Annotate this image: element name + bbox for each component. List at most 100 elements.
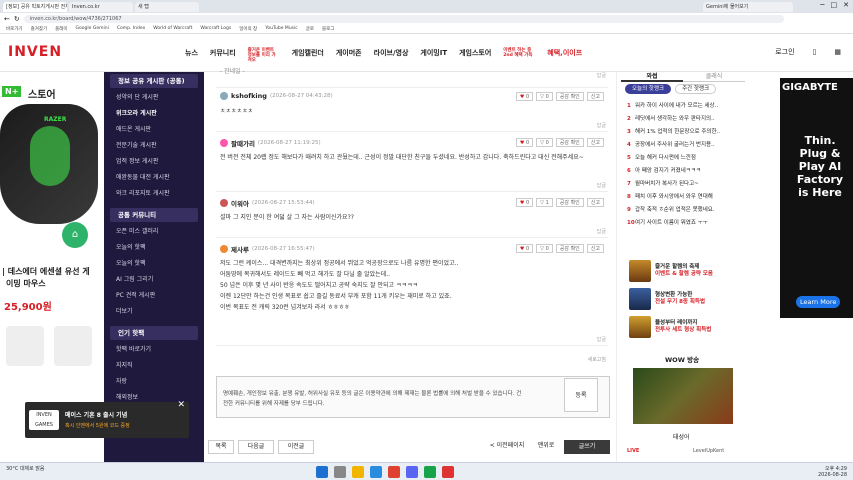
reply-link[interactable]: 답글 [597,122,606,129]
headset-thumb[interactable] [6,326,44,366]
minimize-icon[interactable]: ─ [820,1,824,9]
top-link[interactable]: 맨위로 [532,440,560,454]
app-icon[interactable] [442,466,454,478]
comment-author[interactable]: 제사루 [231,244,249,254]
rank-item[interactable]: 9 갑작 축적 ㅎ순위 업적은 못했네요. [627,204,747,217]
streamer-name[interactable]: 태성어 [673,432,690,441]
like-check-button[interactable]: 공감 확인 [555,92,584,101]
maximize-icon[interactable]: □ [831,1,838,9]
weather-widget[interactable]: 30°C 대체로 맑음 [6,466,45,472]
start-icon[interactable] [316,466,328,478]
chrome-icon[interactable] [388,466,400,478]
rank-item[interactable]: 8 패치 이후 와시앙에서 와우 연대해 [627,191,747,204]
rank-item[interactable]: 5 오늘 해커 다시펀에 느낀점 [627,152,747,165]
discord-icon[interactable] [406,466,418,478]
sidebar-item[interactable]: AI 그림 그리기 [104,272,204,288]
edge-icon[interactable] [370,466,382,478]
nav-live[interactable]: 라이브/영상 [374,48,409,63]
refresh-link[interactable]: 새로고침 [588,356,606,363]
bookmark[interactable]: 블로그 [322,26,334,32]
rank-item[interactable]: 1 워카 하이 사이에 내가 모르는 세상.. [627,100,747,113]
nav-community[interactable]: 커뮤니티 [210,48,236,63]
nav-news[interactable]: 뉴스 [185,48,198,63]
stream-thumbnail[interactable] [633,368,733,424]
nav-calendar[interactable]: 게임캘린더 [292,48,324,63]
bookmark[interactable]: YouTube Music [265,26,298,31]
comment-author[interactable]: 이워아 [231,198,249,208]
tab-wassup[interactable]: 와썹 [621,72,683,82]
comment-author[interactable]: kshofking [231,92,267,100]
inven-logo[interactable]: INVEN [8,44,62,60]
sidebar-item-more[interactable]: 더보기 [104,304,204,320]
sidebar-item[interactable]: 오늘의 핫팩 [104,256,204,272]
bookmark[interactable]: Warcraft Logs [200,26,231,31]
explorer-icon[interactable] [352,466,364,478]
upvote-button[interactable]: ♥ 0 [515,138,534,147]
bookmark[interactable]: 글로 [306,26,314,32]
upvote-button[interactable]: ♥ 0 [515,92,534,101]
downvote-button[interactable]: ▽ 0 [536,138,553,147]
nav-store[interactable]: 게임스토어 [459,48,491,63]
sidebar-item[interactable]: 오픈 미스 갤러리 [104,224,204,240]
upvote-button[interactable]: ♥ 0 [515,198,534,207]
mobile-icon[interactable]: ▯ [813,48,817,56]
write-button[interactable]: 글쓰기 [564,440,610,454]
reply-link[interactable]: 답글 [597,72,606,79]
sidebar-item-active[interactable]: 위크오라 게시판 [104,106,204,122]
comment-author[interactable]: 팔때가리 [231,138,255,148]
browser-tab[interactable]: [정보] 공유 빅토지게시판 전체 [3,1,67,12]
prev-page-link[interactable]: < 이전페이지 [486,440,528,454]
sidebar-item[interactable]: 업적 정보 게시판 [104,154,204,170]
close-icon[interactable]: ✕ [843,1,849,9]
grid-menu-icon[interactable]: ▦ [834,48,841,56]
downvote-button[interactable]: ▽ 0 [536,92,553,101]
search-icon[interactable] [334,466,346,478]
sidebar-item[interactable]: 성약의 단 게시판 [104,90,204,106]
bookmark[interactable]: 바로가기 [6,26,23,32]
event-banner[interactable]: 즐거운 할렘의 축제 이벤트 & 할렘 공략 모음 [629,260,747,282]
submit-button[interactable]: 등록 [564,378,598,412]
cart-icon[interactable]: ⌂ [62,222,88,248]
login-link[interactable]: 로그인 [775,47,794,57]
browser-tab[interactable]: Gemini에 물어보기 [703,1,793,12]
sidebar-item[interactable]: 자랑 [104,374,204,390]
next-post-button[interactable]: 다음글 [238,440,274,454]
sidebar-section-info[interactable]: 정보 공유 게시판 (공통) [110,74,198,88]
browser-tab[interactable]: 새 탭 [135,1,199,12]
sidebar-item[interactable]: 오늘의 핫팩 [104,240,204,256]
like-check-button[interactable]: 공감 확인 [555,198,584,207]
sidebar-section-community[interactable]: 공통 커뮤니티 [110,208,198,222]
report-button[interactable]: 신고 [586,198,604,207]
sidebar-section-hot[interactable]: 인기 핫팩 [110,326,198,340]
store-promo[interactable]: 이벤트 하는 중 2nd 혜택 가득 [503,48,535,63]
game-toast[interactable]: INVEN GAMES 메이스 기혼 8 출시 기념 혹시 인벤에서 5원에 코… [25,400,189,438]
reload-icon[interactable]: ↻ [14,15,20,23]
event-banner[interactable]: 블성부터 레이까지 전투사 세트 형상 획득법 [629,316,747,338]
nav-gaming-it[interactable]: 게이밍IT [420,48,447,63]
rank-item[interactable]: 2 레딧에서 생각하는 와우 판타지의.. [627,113,747,126]
right-ad[interactable]: GIGABYTE Thin. Plug & Play AI Factory is… [780,78,853,318]
downvote-button[interactable]: ▽ 1 [536,198,553,207]
sidebar-item[interactable]: 애드온 게시판 [104,122,204,138]
learn-more-button[interactable]: Learn More [796,296,841,308]
reply-link[interactable]: 답글 [597,182,606,189]
sidebar-item[interactable]: 지지직 [104,358,204,374]
rank-item[interactable]: 7 월마버치가 복사가 된다고~ [627,178,747,191]
close-icon[interactable]: ✕ [177,400,185,410]
reply-link[interactable]: 답글 [597,336,606,343]
like-check-button[interactable]: 공감 확인 [555,138,584,147]
rank-item[interactable]: 6 아 째앙 검지기 커졌네ㅋㅋㅋ [627,165,747,178]
bookmark[interactable]: 일어의 창 [239,26,257,32]
nav-promo[interactable]: 즐거운 이벤트 정보를 미리 가져오 [248,48,280,63]
sidebar-item[interactable]: 와크 리포지토 게시판 [104,186,204,202]
sidebar-item[interactable]: 전문기술 게시판 [104,138,204,154]
report-button[interactable]: 신고 [586,92,604,101]
rank-item[interactable]: 10여기 사이트 이름이 뭐였죠 ㅜㅜ [627,217,747,230]
upvote-button[interactable]: ♥ 0 [515,244,534,253]
system-clock[interactable]: 오후 4:29 2026-08-28 [818,466,847,478]
tab-today-rank[interactable]: 오늘의 핫랭크 [625,84,672,94]
tab-weekly-rank[interactable]: 주간 핫랭크 [675,84,717,94]
keycap-thumb[interactable] [54,326,92,366]
nav-benefits[interactable]: 혜택,이이프 [547,48,582,63]
bookmark[interactable]: 플레이 [55,26,67,32]
